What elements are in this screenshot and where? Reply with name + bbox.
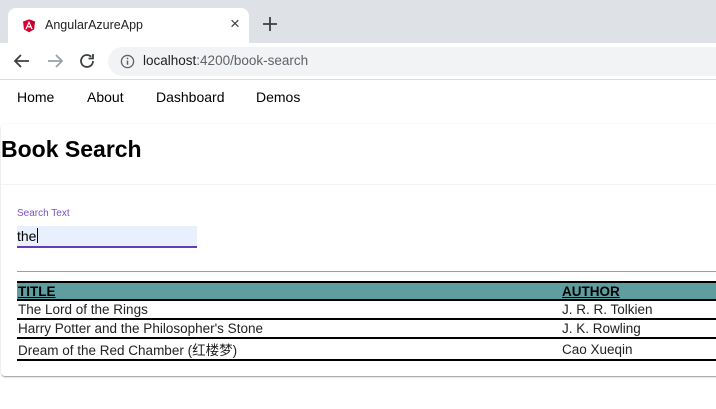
search-input[interactable] xyxy=(17,226,197,246)
nav-link-home[interactable]: Home xyxy=(17,89,54,105)
page-content: Home About Dashboard Demos Book Search S… xyxy=(0,80,716,409)
tab-title: AngularAzureApp xyxy=(45,18,143,32)
url-host: localhost xyxy=(143,53,197,68)
reload-icon[interactable] xyxy=(77,51,97,71)
forward-icon[interactable] xyxy=(45,51,65,71)
cell-author: Cao Xueqin xyxy=(561,338,716,361)
cell-title: The Lord of the Rings xyxy=(17,300,561,320)
browser-toolbar: localhost:4200/book-search xyxy=(0,43,716,80)
table-header-row: TITLE AUTHOR xyxy=(17,281,716,301)
back-icon[interactable] xyxy=(12,51,32,71)
book-search-card: Book Search Search Text TITLE AUTHOR The… xyxy=(1,124,716,376)
info-icon[interactable] xyxy=(120,54,135,69)
tab-close-button[interactable]: × xyxy=(226,15,244,33)
url-text: localhost:4200/book-search xyxy=(143,53,308,68)
angular-logo-icon xyxy=(23,19,35,33)
text-caret xyxy=(37,228,38,243)
nav-link-dashboard[interactable]: Dashboard xyxy=(156,89,225,105)
browser-tab[interactable]: AngularAzureApp × xyxy=(8,8,249,43)
search-field-label: Search Text xyxy=(17,208,70,219)
nav-link-about[interactable]: About xyxy=(87,89,124,105)
card-divider xyxy=(1,184,716,185)
cell-title: Harry Potter and the Philosopher's Stone xyxy=(17,319,561,339)
cell-author: J. K. Rowling xyxy=(561,319,716,339)
cell-title: Dream of the Red Chamber (红楼梦) xyxy=(17,338,561,361)
nav-link-demos[interactable]: Demos xyxy=(256,89,300,105)
results-divider xyxy=(17,271,716,272)
page-title: Book Search xyxy=(1,136,142,162)
url-path: :4200/book-search xyxy=(196,53,309,68)
results-table: TITLE AUTHOR The Lord of the Rings J. R.… xyxy=(17,281,716,361)
table-row[interactable]: Harry Potter and the Philosopher's Stone… xyxy=(17,319,716,339)
column-header-title[interactable]: TITLE xyxy=(17,281,561,301)
table-row[interactable]: The Lord of the Rings J. R. R. Tolkien xyxy=(17,300,716,320)
new-tab-icon[interactable] xyxy=(260,14,280,34)
column-header-author[interactable]: AUTHOR xyxy=(561,281,716,301)
search-field-underline xyxy=(17,246,197,248)
address-bar[interactable]: localhost:4200/book-search xyxy=(108,47,716,76)
cell-author: J. R. R. Tolkien xyxy=(561,300,716,320)
browser-tabstrip: AngularAzureApp × xyxy=(0,0,716,43)
table-row[interactable]: Dream of the Red Chamber (红楼梦) Cao Xueqi… xyxy=(17,338,716,361)
app-nav: Home About Dashboard Demos xyxy=(0,80,716,114)
